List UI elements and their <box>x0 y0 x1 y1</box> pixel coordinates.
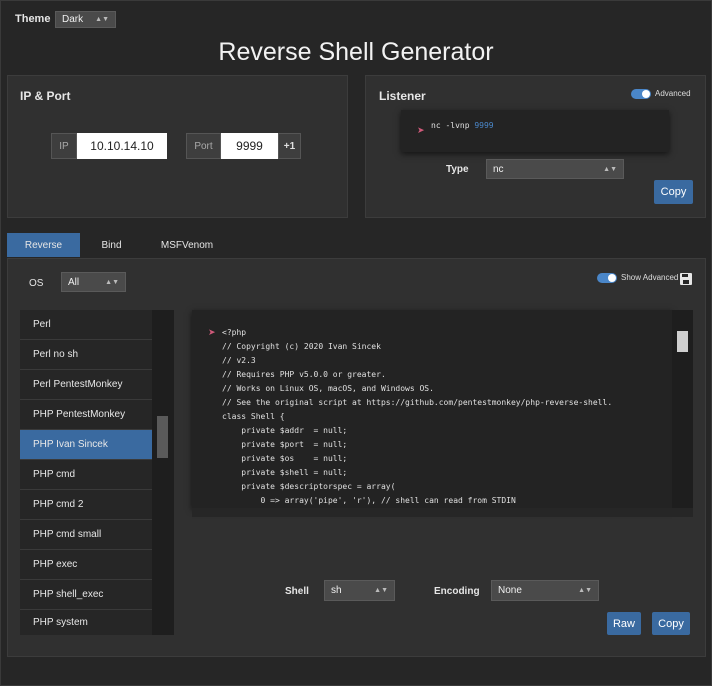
code-line: private $port = null; <box>222 440 348 449</box>
list-item[interactable]: Perl PentestMonkey <box>20 370 152 400</box>
code-line: // Requires PHP v5.0.0 or greater. <box>222 370 386 379</box>
tab-msfvenom[interactable]: MSFVenom <box>150 233 224 257</box>
code-scrollbar-thumb[interactable] <box>677 331 688 352</box>
code-line: // v2.3 <box>222 356 256 365</box>
code-line: // See the original script at https://gi… <box>222 398 613 407</box>
chevron-updown-icon: ▲▼ <box>374 587 388 594</box>
listener-type-value: nc <box>493 163 504 175</box>
code-bottom-shadow <box>192 508 693 517</box>
list-item[interactable]: Perl <box>20 310 152 340</box>
code-line: <?php <box>222 328 247 337</box>
theme-label: Theme <box>15 13 51 25</box>
code-scrollbar[interactable] <box>672 310 693 508</box>
code-line: 0 => array('pipe', 'r'), // shell can re… <box>222 496 516 505</box>
port-increment-button[interactable]: +1 <box>278 133 301 159</box>
listener-copy-button[interactable]: Copy <box>654 180 693 204</box>
chevron-updown-icon: ▲▼ <box>95 16 109 23</box>
code-line: // Works on Linux OS, macOS, and Windows… <box>222 384 434 393</box>
show-advanced-label: Show Advanced <box>621 273 679 282</box>
advanced-label: Advanced <box>655 89 691 98</box>
list-item-selected[interactable]: PHP Ivan Sincek <box>20 430 152 460</box>
save-icon[interactable] <box>680 273 692 285</box>
port-addon-label: Port <box>186 133 221 159</box>
type-label: Type <box>446 164 469 175</box>
shell-select-value: sh <box>331 585 342 596</box>
ip-input[interactable]: 10.10.14.10 <box>77 133 167 159</box>
raw-button[interactable]: Raw <box>607 612 641 635</box>
code-line: private $shell = null; <box>222 468 348 477</box>
code-line: class Shell { <box>222 412 285 421</box>
list-item[interactable]: PHP system <box>20 610 152 635</box>
os-select[interactable]: All ▲▼ <box>61 272 126 292</box>
code-line: private $addr = null; <box>222 426 348 435</box>
listener-type-select[interactable]: nc ▲▼ <box>486 159 624 179</box>
list-item[interactable]: PHP exec <box>20 550 152 580</box>
copy-button[interactable]: Copy <box>652 612 690 635</box>
list-item[interactable]: PHP PentestMonkey <box>20 400 152 430</box>
shell-label: Shell <box>285 586 309 597</box>
shell-list-scrollbar[interactable] <box>152 310 174 635</box>
ip-port-heading: IP & Port <box>20 89 71 103</box>
list-item[interactable]: PHP cmd 2 <box>20 490 152 520</box>
rocket-icon: ➤ <box>208 327 216 337</box>
shell-list-scrollbar-thumb[interactable] <box>157 416 168 458</box>
tab-reverse[interactable]: Reverse <box>7 233 80 257</box>
listener-command-prefix: nc -lvnp <box>431 121 475 130</box>
code-block: <?php // Copyright (c) 2020 Ivan Sincek … <box>222 326 612 508</box>
listener-command: nc -lvnp 9999 <box>431 119 494 133</box>
list-item[interactable]: PHP cmd <box>20 460 152 490</box>
listener-command-box[interactable]: ➤ nc -lvnp 9999 <box>401 110 669 152</box>
show-advanced-toggle[interactable] <box>597 273 617 283</box>
encoding-select-value: None <box>498 585 522 596</box>
shell-select[interactable]: sh ▲▼ <box>324 580 395 601</box>
list-item[interactable]: PHP cmd small <box>20 520 152 550</box>
code-output[interactable]: ➤ <?php // Copyright (c) 2020 Ivan Since… <box>192 310 672 508</box>
port-input[interactable]: 9999 <box>221 133 278 159</box>
list-item[interactable]: PHP shell_exec <box>20 580 152 610</box>
chevron-updown-icon: ▲▼ <box>603 165 617 173</box>
listener-command-port: 9999 <box>474 121 494 130</box>
code-line: private $os = null; <box>222 454 348 463</box>
page-title: Reverse Shell Generator <box>218 38 494 66</box>
encoding-select[interactable]: None ▲▼ <box>491 580 599 601</box>
encoding-label: Encoding <box>434 586 480 597</box>
code-line: // Copyright (c) 2020 Ivan Sincek <box>222 342 381 351</box>
list-item[interactable]: Perl no sh <box>20 340 152 370</box>
os-label: OS <box>29 278 44 289</box>
rocket-icon: ➤ <box>417 125 425 135</box>
tab-bind[interactable]: Bind <box>88 233 135 257</box>
chevron-updown-icon: ▲▼ <box>105 278 119 286</box>
ip-addon-label: IP <box>51 133 77 159</box>
code-line: private $descriptorspec = array( <box>222 482 396 491</box>
os-select-value: All <box>68 276 80 288</box>
theme-select-value: Dark <box>62 14 84 25</box>
theme-select[interactable]: Dark ▲▼ <box>55 11 116 28</box>
listener-heading: Listener <box>379 89 426 103</box>
chevron-updown-icon: ▲▼ <box>578 587 592 594</box>
advanced-toggle[interactable] <box>631 89 651 99</box>
